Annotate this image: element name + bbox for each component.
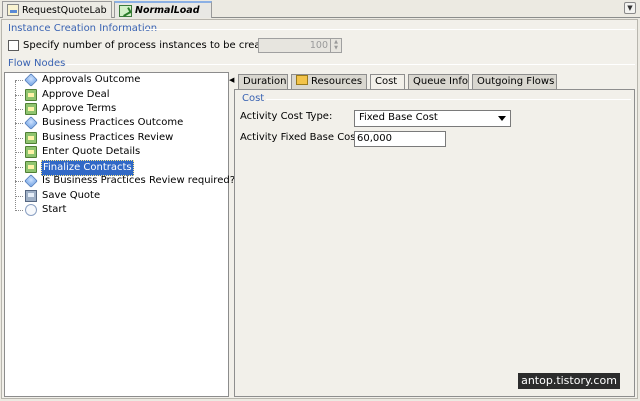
fixed-cost-input[interactable]: 60,000 (354, 131, 446, 147)
flow-node-tree[interactable]: Approvals Outcome Approve Deal Approve T… (4, 72, 235, 397)
gateway-icon (24, 73, 38, 87)
tab-normal-load[interactable]: NormalLoad (114, 1, 212, 18)
flow-nodes-title: Flow Nodes (8, 58, 66, 69)
gateway-icon (24, 116, 38, 130)
tab-label: Outgoing Flows (477, 76, 555, 87)
task-icon (25, 161, 37, 173)
tree-node-label: Enter Quote Details (42, 146, 141, 157)
specify-instances-checkbox[interactable] (8, 40, 19, 51)
cost-type-select[interactable]: Fixed Base Cost (354, 110, 511, 127)
tab-outgoing-flows[interactable]: Outgoing Flows (472, 74, 557, 90)
divider (66, 64, 635, 65)
task-icon (25, 132, 37, 144)
instances-value: 100 (309, 40, 328, 51)
fixed-cost-label: Activity Fixed Base Cost: (240, 132, 363, 143)
cost-group-title: Cost (242, 93, 265, 104)
tab-resources[interactable]: Resources (291, 74, 367, 90)
instances-stepper[interactable]: 100 ▲ ▼ (258, 38, 342, 53)
divider (266, 99, 631, 100)
document-icon (7, 4, 19, 16)
tree-node-label: Save Quote (42, 190, 101, 201)
tree-guide-line (15, 81, 16, 211)
tree-node-label: Approvals Outcome (42, 74, 141, 85)
stepper-arrows-icon[interactable]: ▲ ▼ (330, 39, 341, 52)
tab-label: RequestQuoteLab (22, 4, 107, 16)
divider (145, 29, 635, 30)
tree-node-label: Approve Terms (42, 103, 117, 114)
tree-node-label: Business Practices Outcome (42, 117, 184, 128)
tree-node-label: Business Practices Review (42, 132, 174, 143)
folder-icon (296, 75, 308, 85)
fixed-cost-value: 60,000 (357, 133, 392, 144)
editor-tab-bar: RequestQuoteLab NormalLoad ▼ (0, 0, 640, 18)
chevron-down-icon[interactable]: ▼ (624, 2, 636, 14)
cost-type-label: Activity Cost Type: (240, 111, 333, 122)
chevron-down-icon (498, 116, 506, 121)
tab-label: NormalLoad (135, 5, 200, 16)
tab-label: Cost (375, 76, 398, 87)
task-icon (25, 89, 37, 101)
watermark: antop.tistory.com (518, 373, 620, 389)
cost-type-value: Fixed Base Cost (359, 112, 438, 123)
task-icon (25, 103, 37, 115)
instance-group-title: Instance Creation Information (8, 23, 158, 34)
gateway-icon (24, 174, 38, 188)
tree-node-label: Approve Deal (42, 89, 110, 100)
tree-node-label: Is Business Practices Review required? (42, 175, 236, 186)
instance-count-option: Specify number of process instances to b… (8, 40, 277, 51)
tab-duration[interactable]: Duration (238, 74, 288, 90)
tab-label: Queue Info (413, 76, 468, 87)
task-icon (25, 146, 37, 158)
checkbox-label: Specify number of process instances to b… (23, 40, 277, 51)
tab-queue-info[interactable]: Queue Info (408, 74, 469, 90)
tab-request-quote-lab[interactable]: RequestQuoteLab (2, 1, 112, 18)
tab-label: Duration (243, 76, 287, 87)
tab-label: Resources (311, 76, 363, 87)
collapse-arrow-icon[interactable]: ◀ (229, 76, 234, 84)
save-icon (25, 190, 37, 202)
flow-icon (119, 4, 132, 17)
start-icon (25, 204, 37, 216)
tree-node-label: Start (42, 204, 67, 215)
